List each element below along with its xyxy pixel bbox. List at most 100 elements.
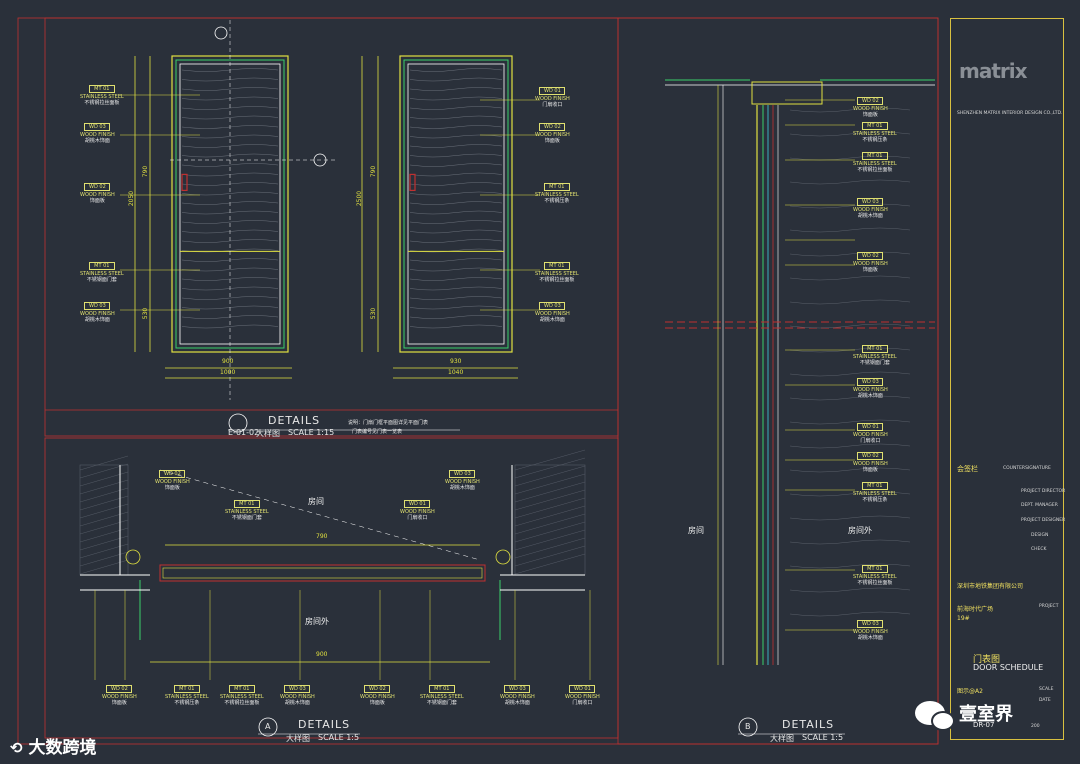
material-tag-desc: 门扇收口 bbox=[860, 438, 881, 444]
material-tag: WD 03 WOOD FINISH 胡桃木饰面 bbox=[853, 378, 888, 399]
hatch-left bbox=[79, 471, 129, 487]
section-grain bbox=[789, 299, 911, 305]
door-elevation-right-grain bbox=[409, 324, 503, 329]
door-elevation-right-grain bbox=[409, 134, 503, 139]
plan-detail-circle-2 bbox=[495, 549, 511, 565]
material-tag-code: MT 01 bbox=[543, 183, 570, 191]
material-tag: WD 01 WOOD FINISH 门扇收口 bbox=[853, 423, 888, 444]
dim-right-total: 1040 bbox=[448, 369, 464, 376]
material-tag-code: WD 02 bbox=[159, 470, 186, 478]
material-tag-code: WD 01 bbox=[539, 87, 566, 95]
material-tag: WD 01 WOOD FINISH 门扇收口 bbox=[535, 87, 570, 108]
hatch-left bbox=[79, 455, 129, 471]
material-tag-desc: 胡桃木饰面 bbox=[84, 317, 110, 323]
material-tag-code: WD 01 bbox=[569, 685, 596, 693]
door-elevation-left-grain bbox=[181, 191, 279, 196]
material-tag-desc: 不锈钢面门套 bbox=[86, 277, 117, 283]
material-tag: WD 03 WOOD FINISH 胡桃木饰面 bbox=[535, 302, 570, 323]
material-tag-code: MT 01 bbox=[861, 122, 888, 130]
door-elevation-right-grain bbox=[409, 182, 503, 186]
project-label: PROJECT bbox=[1039, 604, 1059, 609]
material-tag-code: WD 02 bbox=[857, 252, 884, 260]
material-tag-code: MT 01 bbox=[88, 262, 115, 270]
role-director: PROJECT DIRECTOR bbox=[1021, 489, 1066, 494]
material-tag-desc: 门扇收口 bbox=[407, 515, 428, 521]
door-elevation-right-grain bbox=[409, 96, 503, 101]
material-tag: MT 01 STAINLESS STEEL 不锈钢压条 bbox=[165, 685, 209, 706]
watermark-left: ⟲ 大数跨境 bbox=[10, 733, 97, 758]
door-elevation-right-grain bbox=[409, 68, 503, 72]
material-tag-code: MT 01 bbox=[173, 685, 200, 693]
dim-height-right: 2500 bbox=[356, 190, 364, 207]
door-elevation-right-grain bbox=[409, 315, 503, 319]
material-tag-desc: 饰面板 bbox=[164, 485, 180, 491]
door-elevation-right-grain bbox=[409, 115, 503, 120]
hatch-left bbox=[79, 527, 129, 543]
material-tag: MT 01 STAINLESS STEEL 不锈钢拉丝面板 bbox=[853, 565, 897, 586]
hatch-right bbox=[514, 553, 586, 575]
watermark-left-logo-icon: ⟲ bbox=[10, 739, 23, 757]
material-tag: WD 01 WOOD FINISH 门扇收口 bbox=[565, 685, 600, 706]
material-tag-code: MT 01 bbox=[233, 500, 260, 508]
hatch-right bbox=[514, 529, 586, 551]
material-tag-desc: 胡桃木饰面 bbox=[857, 393, 883, 399]
material-tag-desc: 不锈钢拉丝面板 bbox=[84, 100, 120, 106]
door-elevation-left-grain bbox=[181, 324, 279, 329]
material-tag: MT 01 STAINLESS STEEL 不锈钢面门套 bbox=[853, 345, 897, 366]
door-elevation-right-grain bbox=[409, 277, 503, 281]
material-tag: WD 01 WOOD FINISH 门扇收口 bbox=[400, 500, 435, 521]
dim-right-inner: 930 bbox=[450, 358, 462, 365]
material-tag-desc: 胡桃木饰面 bbox=[857, 213, 883, 219]
door-elevation-right-grain bbox=[409, 153, 503, 158]
section-grain bbox=[789, 323, 911, 329]
hatch-right bbox=[514, 449, 586, 471]
door-elevation-left-handle bbox=[181, 173, 188, 191]
room-outside-label: 房间外 bbox=[305, 617, 329, 626]
door-elevation-right-grain bbox=[409, 229, 503, 234]
hatch-left bbox=[79, 503, 129, 519]
hatch-right bbox=[514, 489, 586, 511]
material-tag: WD 02 WOOD FINISH 饰面板 bbox=[360, 685, 395, 706]
material-tag-code: MT 01 bbox=[861, 565, 888, 573]
dim-plan-top: 790 bbox=[316, 533, 328, 540]
dim-upper-left: 790 bbox=[142, 165, 150, 178]
sheet-count: 200 bbox=[1031, 724, 1040, 729]
material-tag-desc: 胡桃木饰面 bbox=[539, 317, 565, 323]
section-grain bbox=[789, 539, 911, 545]
watermark-right-text: 壹室界 bbox=[959, 704, 1013, 725]
detail-title-b: DETAILS bbox=[782, 718, 835, 731]
material-tag-desc: 饰面板 bbox=[862, 267, 878, 273]
room-label-b: 房间 bbox=[688, 526, 704, 535]
door-elevation-right-grain bbox=[409, 305, 503, 310]
material-tag: MT 01 STAINLESS STEEL 不锈钢拉丝面板 bbox=[535, 262, 579, 283]
detail-title-e0102: DETAILS bbox=[268, 414, 321, 427]
hatch-right bbox=[514, 473, 586, 495]
hatch-left bbox=[79, 551, 129, 567]
drawing-name-en: DOOR SCHEDULE bbox=[973, 663, 1044, 672]
sheet-size: 图示@A2 bbox=[957, 688, 983, 695]
door-elevation-right-grain bbox=[409, 77, 503, 82]
client-name: 深圳市地铁集团有限公司 bbox=[957, 583, 1024, 590]
material-tag: WD 02 WOOD FINISH 饰面板 bbox=[535, 123, 570, 144]
countersign-en: COUNTERSIGNATURE bbox=[1003, 466, 1051, 471]
role-design: DESIGN bbox=[1031, 533, 1049, 538]
hatch-right bbox=[514, 497, 586, 519]
door-elevation-right-grain bbox=[409, 258, 503, 262]
detail-sub-b: 大样图 bbox=[770, 734, 794, 743]
material-tag-desc: 不锈钢面门套 bbox=[231, 515, 262, 521]
section-grain bbox=[789, 467, 911, 473]
project-number: 19# bbox=[957, 615, 970, 622]
material-tag-code: WD 03 bbox=[284, 685, 311, 693]
section-grain bbox=[789, 251, 911, 257]
dim-height-left: 2050 bbox=[128, 190, 136, 207]
material-tag-code: WD 02 bbox=[84, 183, 111, 191]
material-tag-code: WD 03 bbox=[504, 685, 531, 693]
material-tag: MT 01 STAINLESS STEEL 不锈钢面门套 bbox=[225, 500, 269, 521]
material-tag-desc: 不锈钢拉丝面板 bbox=[539, 277, 575, 283]
section-grain bbox=[789, 587, 911, 593]
section-grain bbox=[789, 419, 911, 425]
material-tag-desc: 不锈钢压条 bbox=[174, 700, 200, 706]
material-tag-desc: 饰面板 bbox=[369, 700, 385, 706]
material-tag-desc: 不锈钢压条 bbox=[862, 137, 888, 143]
material-tag-code: WD 03 bbox=[857, 198, 884, 206]
